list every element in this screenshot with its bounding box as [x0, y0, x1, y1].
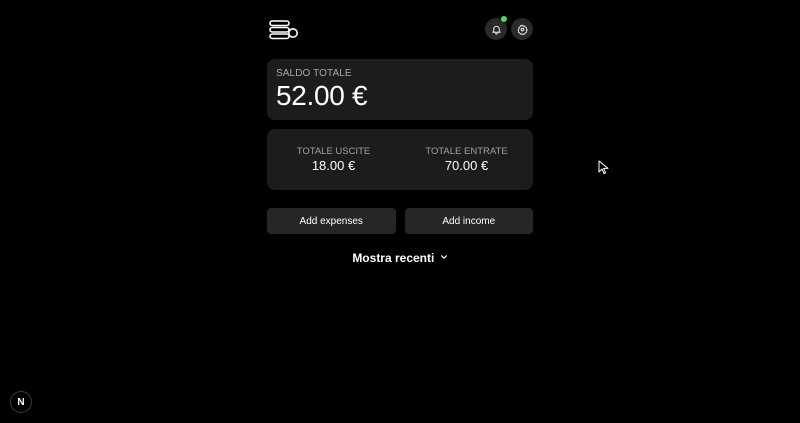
outgoing-total: TOTALE USCITE 18.00 € [267, 146, 400, 173]
dev-tools-badge[interactable]: N [10, 391, 32, 413]
add-expenses-button[interactable]: Add expenses [267, 208, 396, 234]
dev-badge-label: N [17, 396, 25, 408]
bell-icon [491, 25, 501, 35]
outgoing-value: 18.00 € [311, 158, 356, 173]
gear-icon [517, 24, 528, 35]
settings-button[interactable] [511, 18, 533, 40]
incoming-value: 70.00 € [444, 158, 489, 173]
balance-card: SALDO TOTALE 52.00 € [267, 59, 533, 120]
incoming-label: TOTALE ENTRATE [425, 146, 508, 157]
app-header [267, 16, 533, 42]
header-actions [485, 16, 533, 40]
show-recent-label: Mostra recenti [352, 251, 435, 265]
totals-card: TOTALE USCITE 18.00 € TOTALE ENTRATE 70.… [267, 129, 533, 190]
chevron-down-icon [440, 255, 447, 259]
mouse-cursor-icon [598, 160, 609, 174]
stacked-coins-icon[interactable] [269, 19, 299, 41]
add-income-button[interactable]: Add income [404, 208, 533, 234]
balance-label: SALDO TOTALE [276, 68, 352, 79]
notification-indicator [501, 16, 507, 22]
outgoing-label: TOTALE USCITE [296, 146, 371, 157]
balance-value: 52.00 € [276, 80, 368, 111]
action-buttons: Add expenses Add income [267, 208, 533, 234]
show-recent-toggle[interactable]: Mostra recenti [267, 251, 533, 265]
incoming-total: TOTALE ENTRATE 70.00 € [400, 146, 533, 173]
notifications-button[interactable] [485, 16, 507, 40]
